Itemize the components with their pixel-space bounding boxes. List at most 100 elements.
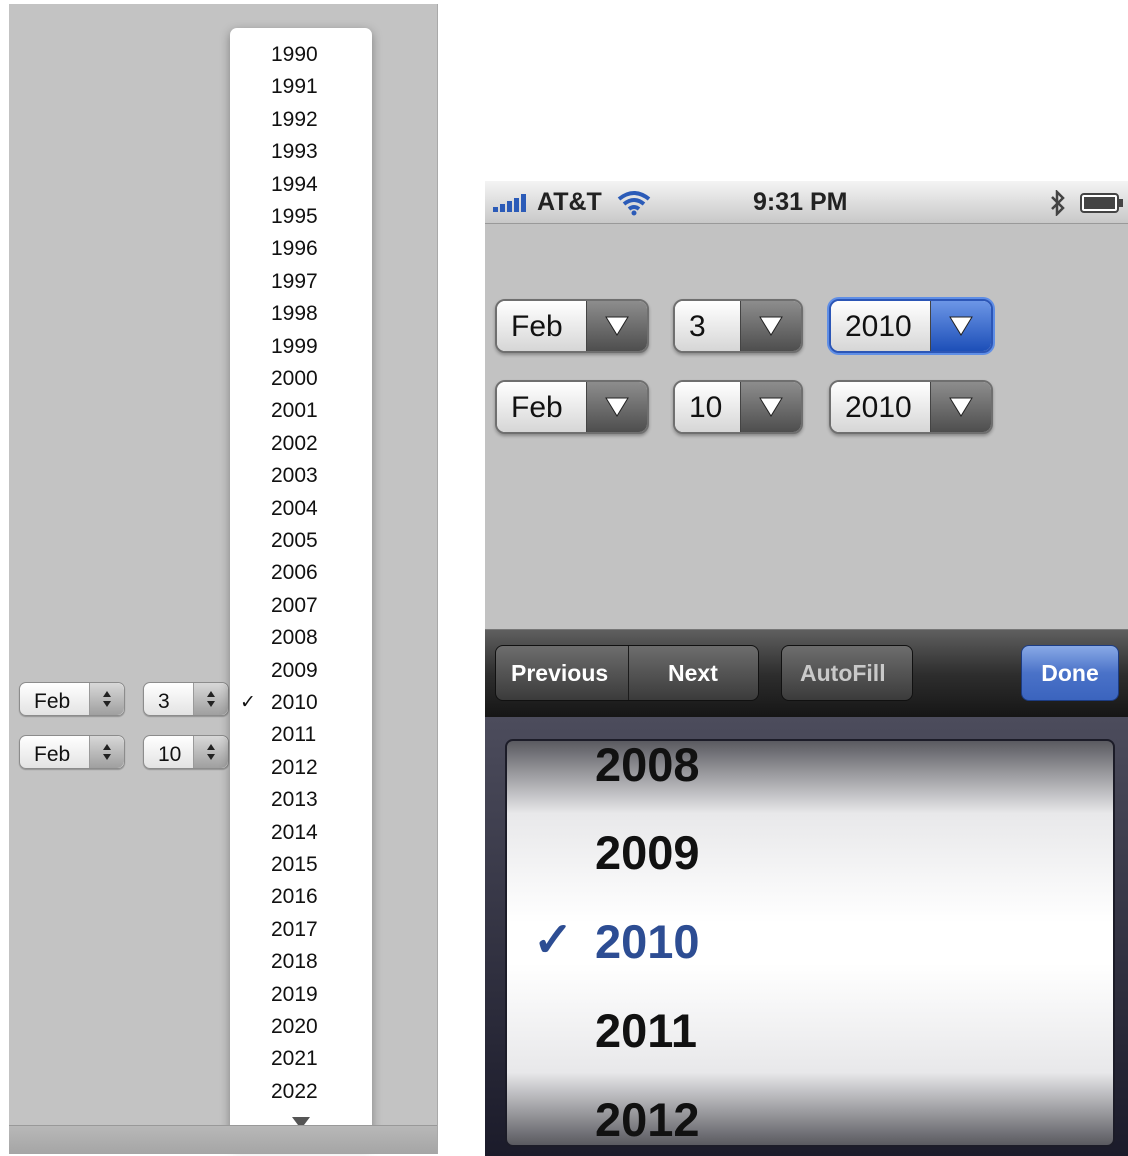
- year-menu-item[interactable]: 1999: [230, 329, 372, 361]
- picker-row-label: 2008: [595, 739, 700, 791]
- clock-time: 9:31 PM: [753, 188, 848, 216]
- day-select-1[interactable]: 3: [673, 299, 803, 353]
- window-bottom-bar: [9, 1125, 437, 1154]
- year-menu-item[interactable]: 1993: [230, 134, 372, 166]
- month-select-1[interactable]: Feb: [495, 299, 649, 353]
- segment-divider: [628, 646, 629, 700]
- form-toolbar: Previous Next AutoFill Done: [485, 629, 1128, 718]
- year-menu-item[interactable]: 2015: [230, 847, 372, 879]
- updown-arrows-icon: [193, 736, 228, 768]
- updown-arrows-icon: [89, 736, 124, 768]
- year-menu-item-label: 1997: [271, 269, 318, 293]
- year-select-value: 2010: [845, 391, 912, 424]
- day-select-value: 3: [689, 310, 706, 343]
- battery-icon: [1080, 193, 1123, 213]
- year-select-2[interactable]: 2010: [829, 380, 993, 434]
- month-select-1[interactable]: Feb: [19, 682, 125, 716]
- year-menu-item[interactable]: ✓ 2010: [230, 685, 372, 717]
- picker-row[interactable]: 2008: [507, 739, 1113, 811]
- desktop-panel: Feb 3 Feb 10 1990 1991 1992 1993 1994 1995 199…: [9, 4, 438, 1154]
- year-menu-item[interactable]: 1990: [230, 37, 372, 69]
- picker-row-label: 2009: [595, 826, 700, 879]
- year-menu-item-label: 2012: [271, 755, 318, 779]
- year-menu-item[interactable]: 2014: [230, 815, 372, 847]
- carrier-name: AT&T: [537, 188, 602, 216]
- picker-row-label: 2012: [595, 1093, 700, 1146]
- year-menu-item[interactable]: 2012: [230, 750, 372, 782]
- previous-next-segmented-control: Previous Next: [495, 645, 759, 701]
- year-menu-item-label: 2008: [271, 626, 318, 650]
- picker-row-label: 2011: [595, 1004, 697, 1057]
- year-menu-item-label: 2019: [271, 982, 318, 1006]
- day-select-1[interactable]: 3: [143, 682, 229, 716]
- year-menu-item[interactable]: 2007: [230, 588, 372, 620]
- year-menu-item[interactable]: 2022: [230, 1074, 372, 1106]
- year-menu-item[interactable]: 1994: [230, 167, 372, 199]
- year-select-value: 2010: [845, 310, 912, 343]
- year-menu-item-label: 2005: [271, 529, 318, 552]
- year-menu-item[interactable]: 2021: [230, 1041, 372, 1073]
- year-menu-item[interactable]: 2018: [230, 944, 372, 976]
- year-menu-item-label: 1996: [271, 237, 318, 261]
- year-menu-item[interactable]: 2003: [230, 458, 372, 490]
- year-menu-item-label: 2017: [271, 917, 318, 941]
- done-button[interactable]: Done: [1021, 645, 1119, 701]
- picker-row-label: 2010: [595, 915, 700, 968]
- year-menu-item[interactable]: 2005: [230, 523, 372, 555]
- picker-row[interactable]: 2011: [507, 987, 1113, 1077]
- previous-button[interactable]: Previous: [511, 660, 608, 687]
- year-menu-item[interactable]: 1991: [230, 69, 372, 101]
- year-menu-item-label: 2003: [271, 464, 318, 488]
- year-menu-item[interactable]: 2006: [230, 555, 372, 587]
- year-menu-item[interactable]: 2004: [230, 491, 372, 523]
- year-menu-item-label: 2020: [271, 1015, 318, 1038]
- year-menu-item-label: 1994: [271, 172, 318, 196]
- year-menu-item[interactable]: 2008: [230, 620, 372, 652]
- year-select-1[interactable]: 2010: [829, 299, 993, 353]
- picker-row[interactable]: 2012: [507, 1076, 1113, 1146]
- year-menu-item[interactable]: 1992: [230, 102, 372, 134]
- year-menu-item-label: 2014: [271, 820, 318, 844]
- month-select-2[interactable]: Feb: [495, 380, 649, 434]
- month-select-value: Feb: [34, 690, 71, 713]
- day-select-2[interactable]: 10: [143, 735, 229, 769]
- chevron-down-icon: [930, 382, 991, 432]
- year-menu-item-label: 1990: [271, 43, 318, 66]
- year-menu-item[interactable]: 2000: [230, 361, 372, 393]
- year-menu-item[interactable]: 1996: [230, 231, 372, 263]
- year-menu-item[interactable]: 2017: [230, 912, 372, 944]
- year-menu-item-label: 2007: [271, 593, 318, 617]
- year-menu-item[interactable]: 2013: [230, 782, 372, 814]
- autofill-label: AutoFill: [800, 660, 886, 686]
- year-menu-item[interactable]: 2011: [230, 717, 372, 749]
- picker-row[interactable]: 2009: [507, 809, 1113, 899]
- picker-row[interactable]: ✓ 2010: [507, 898, 1113, 988]
- year-menu-item[interactable]: 2002: [230, 426, 372, 458]
- picker-area: 2008 2009 ✓ 2010 2011 2012: [485, 717, 1128, 1156]
- year-menu-item[interactable]: 1998: [230, 296, 372, 328]
- next-button[interactable]: Next: [668, 660, 718, 687]
- year-menu-item-label: 1992: [271, 107, 318, 131]
- year-menu-item[interactable]: 2001: [230, 393, 372, 425]
- month-select-value: Feb: [511, 310, 563, 343]
- year-menu-item-label: 2009: [271, 658, 318, 682]
- year-picker-wheel[interactable]: 2008 2009 ✓ 2010 2011 2012: [505, 739, 1115, 1147]
- year-menu-item[interactable]: 1995: [230, 199, 372, 231]
- year-menu-item[interactable]: 2019: [230, 977, 372, 1009]
- year-menu-item-label: 2013: [271, 788, 318, 812]
- year-menu-item-label: 2004: [271, 496, 318, 520]
- year-menu-item-label: 2006: [271, 561, 318, 585]
- month-select-value: Feb: [34, 743, 71, 766]
- chevron-down-icon: [740, 382, 801, 432]
- year-menu-item-label: 2001: [271, 399, 318, 423]
- year-menu-item[interactable]: 2016: [230, 879, 372, 911]
- autofill-button[interactable]: AutoFill: [781, 645, 913, 701]
- year-menu-item-label: 1998: [271, 302, 318, 326]
- updown-arrows-icon: [89, 683, 124, 715]
- year-menu-item[interactable]: 1997: [230, 264, 372, 296]
- day-select-2[interactable]: 10: [673, 380, 803, 434]
- month-select-2[interactable]: Feb: [19, 735, 125, 769]
- year-menu-item[interactable]: 2020: [230, 1009, 372, 1041]
- year-menu-item[interactable]: 2009: [230, 653, 372, 685]
- year-menu-item-label: 1999: [271, 334, 318, 358]
